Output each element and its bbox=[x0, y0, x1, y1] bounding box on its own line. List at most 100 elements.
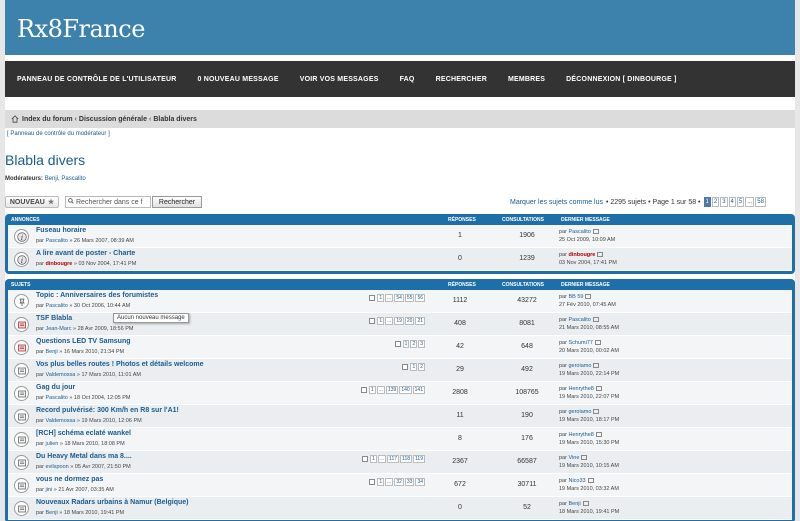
topic-page-link[interactable]: 54 bbox=[394, 294, 404, 302]
goto-last-post-icon[interactable] bbox=[592, 229, 599, 235]
goto-last-post-icon[interactable] bbox=[592, 317, 599, 323]
topic-page-link[interactable]: 19 bbox=[394, 317, 404, 325]
new-topic-button[interactable]: NOUVEAU ★ bbox=[5, 196, 59, 208]
topic-page-link[interactable]: 21 bbox=[415, 317, 425, 325]
last-post-author-link[interactable]: Benji bbox=[568, 501, 580, 507]
topic-page-link[interactable]: 20 bbox=[404, 317, 415, 325]
last-post-author-link[interactable]: Pascalito bbox=[568, 229, 590, 235]
topic-page-link[interactable]: 1 bbox=[377, 478, 385, 486]
last-post-author-link[interactable]: Henrythe8 bbox=[568, 432, 593, 438]
header-replies: RÉPONSES bbox=[448, 282, 476, 288]
goto-last-post-icon[interactable] bbox=[594, 340, 601, 346]
nav-item[interactable]: RECHERCHER bbox=[436, 76, 487, 83]
topic-author-link[interactable]: Benji bbox=[45, 510, 57, 516]
topic-page-link[interactable]: 33 bbox=[404, 478, 415, 486]
topic-author-link[interactable]: Jean-Marc bbox=[45, 326, 71, 332]
page-link[interactable]: 4 bbox=[728, 197, 736, 207]
topic-page-link[interactable]: 3 bbox=[418, 340, 425, 348]
topic-page-link[interactable]: 140 bbox=[399, 386, 412, 394]
topic-author-link[interactable]: jini bbox=[45, 487, 52, 493]
moderator-control-panel-link[interactable]: [ Panneau de contrôle du modérateur ] bbox=[7, 131, 110, 137]
topic-page-link[interactable]: 55 bbox=[404, 294, 415, 302]
goto-last-post-icon[interactable] bbox=[581, 455, 588, 461]
topic-page-link[interactable]: 56 bbox=[415, 294, 425, 302]
topic-title-link[interactable]: Vos plus belles routes ! Photos et détai… bbox=[36, 361, 204, 368]
last-post-author-link[interactable]: Nico33 bbox=[568, 478, 585, 484]
page-link[interactable]: 2 bbox=[711, 197, 720, 207]
topic-title-link[interactable]: Record pulvérisé: 300 Km/h en R8 sur l'A… bbox=[36, 407, 179, 414]
topic-title-link[interactable]: TSF Blabla bbox=[36, 315, 72, 322]
search-button[interactable]: Rechercher bbox=[152, 196, 202, 208]
forum-title[interactable]: Blabla divers bbox=[5, 152, 85, 168]
topic-title-link[interactable]: Nouveaux Radars urbains à Namur (Belgiqu… bbox=[36, 499, 188, 506]
breadcrumb-item-current[interactable]: Blabla divers bbox=[153, 116, 197, 123]
page-link[interactable]: 3 bbox=[720, 197, 728, 207]
nav-item[interactable]: PANNEAU DE CONTRÔLE DE L'UTILISATEUR bbox=[17, 76, 177, 83]
goto-last-post-icon[interactable] bbox=[595, 432, 602, 438]
goto-last-post-icon[interactable] bbox=[597, 252, 604, 258]
topic-page-link[interactable]: 117 bbox=[387, 455, 400, 463]
moderator-link[interactable]: Benji bbox=[45, 176, 58, 182]
last-post-author-link[interactable]: dinbougre bbox=[568, 252, 595, 258]
topic-author-link[interactable]: Pascalito bbox=[45, 395, 67, 401]
forum-search-input[interactable]: Rechercher dans ce f bbox=[65, 196, 151, 208]
topic-author-link[interactable]: Benji bbox=[45, 349, 57, 355]
topic-page-link[interactable]: 141 bbox=[412, 386, 425, 394]
goto-last-post-icon[interactable] bbox=[595, 386, 602, 392]
nav-item[interactable]: FAQ bbox=[400, 76, 415, 83]
last-post-author-link[interactable]: geroiamo bbox=[568, 409, 591, 415]
breadcrumb-item-discussion[interactable]: Discussion générale bbox=[79, 116, 147, 123]
topic-page-link[interactable]: 1 bbox=[369, 386, 376, 394]
last-post-author-link[interactable]: Schumi77 bbox=[568, 340, 592, 346]
topic-author-link[interactable]: Pascalito bbox=[45, 303, 67, 309]
topic-title-link[interactable]: Du Heavy Metal dans ma 8.... bbox=[36, 453, 132, 460]
page-link[interactable]: 1 bbox=[703, 197, 711, 207]
goto-last-post-icon[interactable] bbox=[593, 363, 600, 369]
topic-page-link[interactable]: 34 bbox=[415, 478, 425, 486]
topic-views-count: 8081 bbox=[519, 320, 535, 327]
mark-topics-read-link[interactable]: Marquer les sujets comme lus bbox=[510, 199, 603, 206]
nav-item[interactable]: 0 NOUVEAU MESSAGE bbox=[198, 76, 279, 83]
topic-title-link[interactable]: Questions LED TV Samsung bbox=[36, 338, 131, 345]
topic-page-link[interactable]: 1 bbox=[402, 340, 410, 348]
topic-title-link[interactable]: Fuseau horaire bbox=[36, 227, 86, 234]
topic-title-link[interactable]: vous ne dormez pas bbox=[36, 476, 103, 483]
topic-title-link[interactable]: [RCH] schéma eclaté wankel bbox=[36, 430, 131, 437]
site-logo-title[interactable]: Rx8France bbox=[17, 15, 145, 43]
page-link[interactable]: 5 bbox=[736, 197, 745, 207]
topic-page-link[interactable]: 1 bbox=[370, 455, 377, 463]
topic-author-link[interactable]: dinbougre bbox=[45, 261, 72, 267]
topic-page-link[interactable]: 2 bbox=[410, 340, 418, 348]
last-post-author-link[interactable]: Pascalito bbox=[568, 317, 590, 323]
topic-page-link[interactable]: 1 bbox=[377, 317, 385, 325]
topic-page-link[interactable]: 2 bbox=[418, 363, 425, 371]
topic-page-link[interactable]: 1 bbox=[410, 363, 418, 371]
moderator-link[interactable]: Pascalito bbox=[61, 176, 85, 182]
nav-item[interactable]: DÉCONNEXION [ DINBOURGE ] bbox=[566, 76, 676, 83]
page-link[interactable]: 58 bbox=[755, 197, 766, 207]
last-post-author-link[interactable]: geroiamo bbox=[568, 363, 591, 369]
goto-last-post-icon[interactable] bbox=[582, 501, 589, 507]
topic-title-link[interactable]: A lire avant de poster - Charte bbox=[36, 250, 135, 257]
last-post-author-link[interactable]: Vine bbox=[568, 455, 579, 461]
last-post-author-link[interactable]: Henrythe8 bbox=[568, 386, 593, 392]
nav-item[interactable]: MEMBRES bbox=[508, 76, 545, 83]
nav-item[interactable]: VOIR VOS MESSAGES bbox=[300, 76, 379, 83]
topic-page-link[interactable]: 1 bbox=[377, 294, 385, 302]
breadcrumb-item-index[interactable]: Index du forum bbox=[22, 116, 73, 123]
topic-page-link[interactable]: 118 bbox=[400, 455, 413, 463]
topic-page-link[interactable]: 32 bbox=[394, 478, 404, 486]
goto-last-post-icon[interactable] bbox=[593, 409, 600, 415]
topic-author-link[interactable]: julien bbox=[45, 441, 58, 447]
last-post-author-link[interactable]: BB 59 bbox=[568, 294, 583, 300]
topic-page-link[interactable]: 119 bbox=[413, 455, 425, 463]
goto-last-post-icon[interactable] bbox=[587, 478, 594, 484]
topic-author-link[interactable]: Pascalito bbox=[45, 238, 67, 244]
topic-title-link[interactable]: Gag du jour bbox=[36, 384, 75, 391]
topic-title-link[interactable]: Topic : Anniversaires des forumistes bbox=[36, 292, 158, 299]
goto-last-post-icon[interactable] bbox=[585, 294, 592, 300]
topic-page-link[interactable]: 139 bbox=[385, 386, 399, 394]
topic-author-link[interactable]: Valdemossa bbox=[45, 372, 75, 378]
topic-author-link[interactable]: evilspoon bbox=[45, 464, 68, 470]
topic-author-link[interactable]: Valdemossa bbox=[45, 418, 75, 424]
